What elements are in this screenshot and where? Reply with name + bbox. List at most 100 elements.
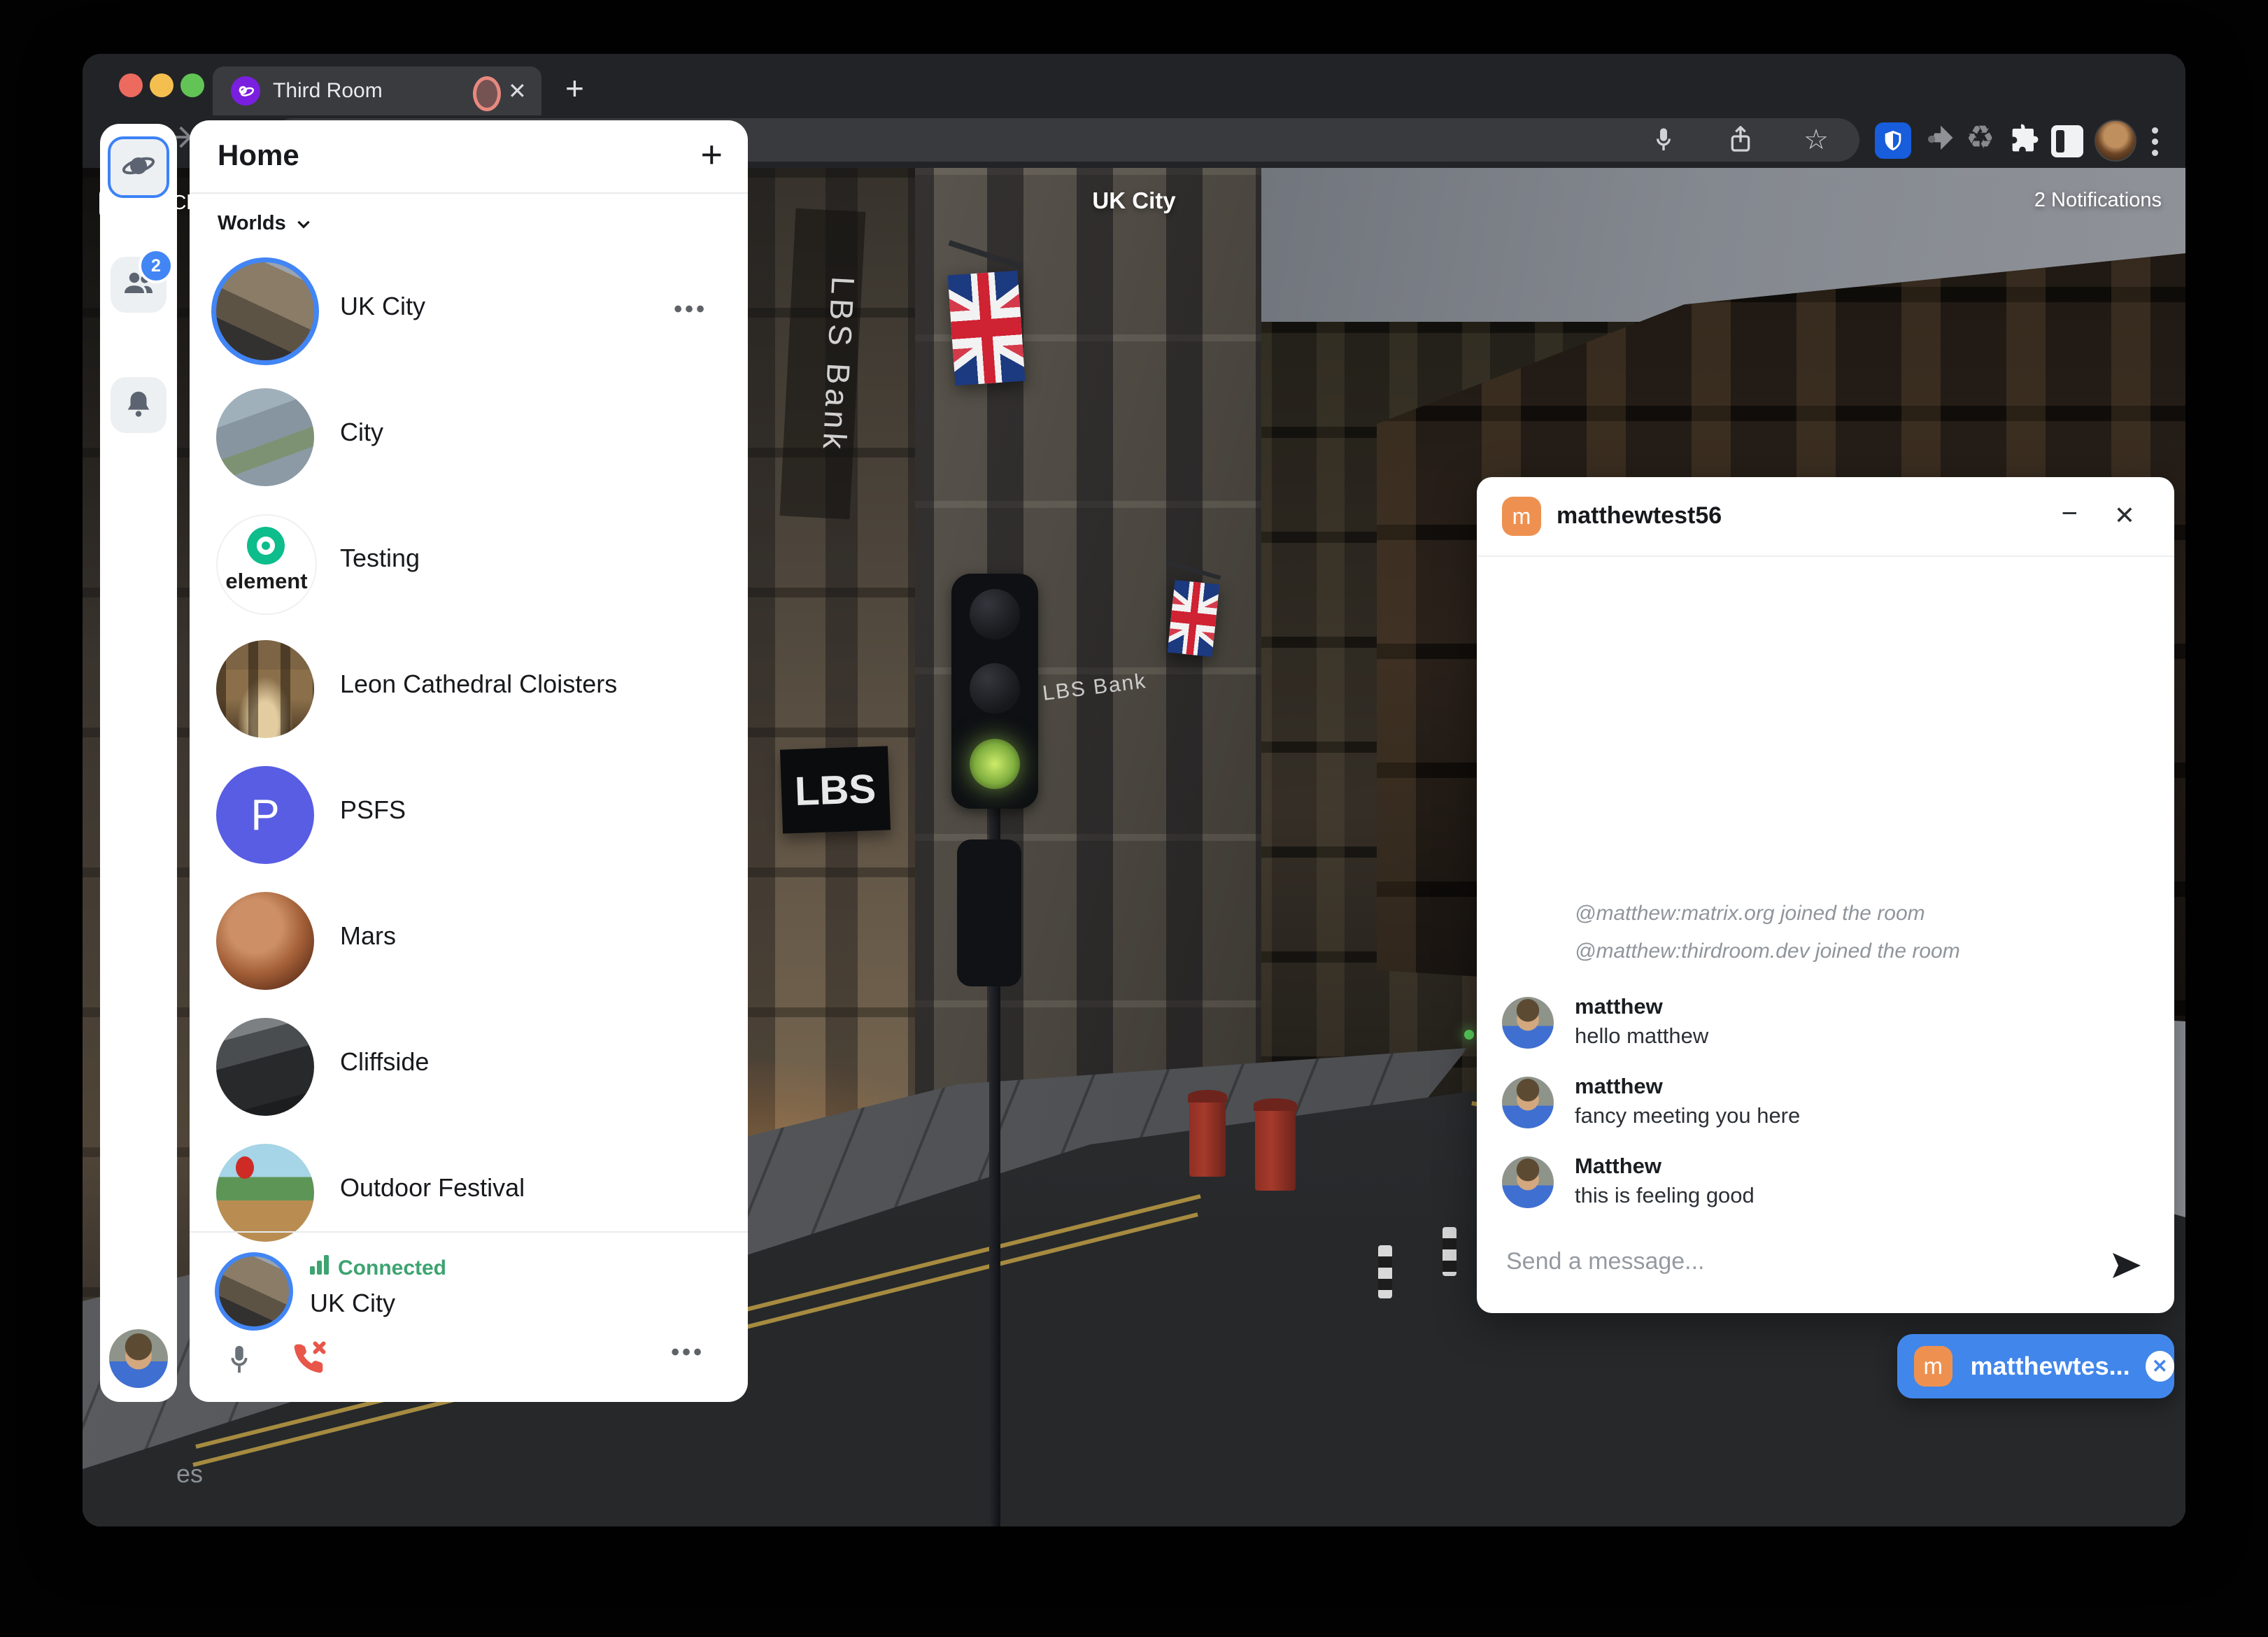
bollard [1443,1227,1457,1276]
world-name: PSFS [340,795,406,825]
planet-icon [122,149,155,186]
world-item-testing[interactable]: element Testing [190,507,748,619]
room-event: @matthew:matrix.org joined the room [1575,902,2149,926]
union-jack-flag [948,271,1026,386]
sidebar-notifications-button[interactable] [111,377,166,433]
bookmark-star-icon[interactable]: ☆ [1803,124,1829,156]
chat-header: m matthewtest56 − ✕ [1477,477,2174,557]
red-pillar-box [1189,1098,1226,1177]
friends-badge: 2 [139,248,173,283]
sidebar-toggle-icon[interactable] [2051,125,2083,157]
browser-window: Third Room ✕ + ⟳ thirdroom.io/world/#uk-… [83,54,2185,1526]
chat-avatar: m [1502,497,1541,536]
thirdroom-favicon [231,76,260,106]
world-more-icon[interactable]: ••• [674,296,707,323]
world-name: City [340,418,383,447]
hangup-call-button[interactable] [289,1338,329,1382]
world-avatar-festival [216,1144,314,1242]
world-name: Testing [340,544,420,573]
bollard [1378,1245,1392,1298]
tab-close-icon[interactable]: ✕ [508,78,527,104]
connected-label: Connected [338,1256,446,1280]
world-avatar-element: element [216,514,317,615]
sender-name: matthew [1575,1074,2149,1099]
window-close-button[interactable] [119,73,143,97]
extension-icon-2[interactable]: ♻ [1966,118,1994,156]
chat-message: matthew hello matthew [1502,994,2149,1050]
share-icon[interactable] [1727,126,1755,154]
world-item-mars[interactable]: Mars [190,885,748,997]
worlds-section-toggle[interactable]: Worlds [218,212,313,235]
browser-menu-icon[interactable] [2152,122,2159,161]
call-participant-label: matthewtes... [1971,1352,2130,1381]
world-avatar-city [216,388,314,486]
call-dismiss-icon[interactable]: ✕ [2146,1351,2174,1382]
world-item-city[interactable]: City [190,381,748,493]
sender-avatar [1502,1156,1554,1208]
active-world-footer: Connected UK City ••• [190,1231,748,1402]
signal-bars-icon [310,1255,331,1280]
world-item-psfs[interactable]: P PSFS [190,759,748,871]
new-tab-button[interactable]: + [565,69,584,107]
lbs-square-sign: LBS [780,746,891,833]
worlds-label: Worlds [218,212,286,235]
chat-minimize-button[interactable]: − [2062,498,2078,530]
screenshot-stage: Third Room ✕ + ⟳ thirdroom.io/world/#uk-… [0,0,2268,1637]
message-text: hello matthew [1575,1023,2149,1049]
mute-mic-button[interactable] [223,1343,255,1379]
sender-name: Matthew [1575,1154,2149,1179]
distant-green-signal [1464,1030,1474,1040]
sender-avatar [1502,997,1554,1049]
world-item-uk-city[interactable]: UK City ••• [190,255,748,367]
window-minimize-button[interactable] [150,73,173,97]
sender-avatar [1502,1077,1554,1128]
browser-profile-avatar[interactable] [2095,120,2136,162]
chat-input-bar [1477,1224,2174,1313]
red-pillar-box [1255,1107,1296,1191]
app-sidebar: 2 [100,124,177,1402]
world-avatar-psfs: P [216,766,314,864]
sidebar-home-button[interactable] [108,136,169,198]
message-text: this is feeling good [1575,1183,2149,1208]
window-zoom-button[interactable] [180,73,204,97]
active-call-pill[interactable]: m matthewtes... ✕ [1897,1334,2174,1398]
active-world-name: UK City [310,1289,395,1318]
world-avatar-cliffside [216,1018,314,1116]
psfs-initial: P [250,791,279,840]
notifications-status[interactable]: 2 Notifications [2034,189,2162,212]
bell-icon [122,388,155,423]
chat-message: matthew fancy meeting you here [1502,1074,2149,1130]
mic-permission-icon[interactable] [1650,126,1678,154]
home-panel-header: Home + [190,120,748,194]
sidebar-friends-button[interactable]: 2 [111,257,166,313]
message-input[interactable] [1505,1247,2067,1276]
chat-close-button[interactable]: ✕ [2114,501,2135,530]
chat-message-list[interactable]: @matthew:matrix.org joined the room @mat… [1477,557,2174,1224]
world-avatar-uk-city [211,257,319,365]
world-name: Mars [340,921,396,951]
user-avatar[interactable] [109,1329,168,1388]
chat-window: m matthewtest56 − ✕ @matthew:matrix.org … [1477,477,2174,1313]
call-more-icon[interactable]: ••• [671,1339,704,1366]
create-world-button[interactable]: + [700,133,723,176]
background-nameplate-fragment: es [176,1459,203,1489]
element-logo-icon [247,527,285,565]
traffic-light-secondary [957,839,1021,986]
world-name: UK City [340,292,425,321]
union-jack-flag [1168,580,1220,657]
extension-icon-1[interactable] [1921,121,1957,161]
browser-tab[interactable]: Third Room ✕ [213,66,541,115]
send-message-button[interactable] [2110,1249,2143,1286]
bitwarden-extension-icon[interactable] [1875,122,1911,159]
world-avatar-mars [216,892,314,990]
chat-title: matthewtest56 [1557,502,1722,530]
element-logo-text: element [218,569,316,594]
extensions-puzzle-icon[interactable] [2006,121,2043,161]
room-event: @matthew:thirdroom.dev joined the room [1575,940,2149,963]
world-name: Outdoor Festival [340,1173,525,1203]
tab-title: Third Room [273,79,383,103]
world-name: Leon Cathedral Cloisters [340,669,617,699]
world-item-leon[interactable]: Leon Cathedral Cloisters [190,633,748,745]
message-text: fancy meeting you here [1575,1103,2149,1128]
world-item-cliffside[interactable]: Cliffside [190,1011,748,1123]
